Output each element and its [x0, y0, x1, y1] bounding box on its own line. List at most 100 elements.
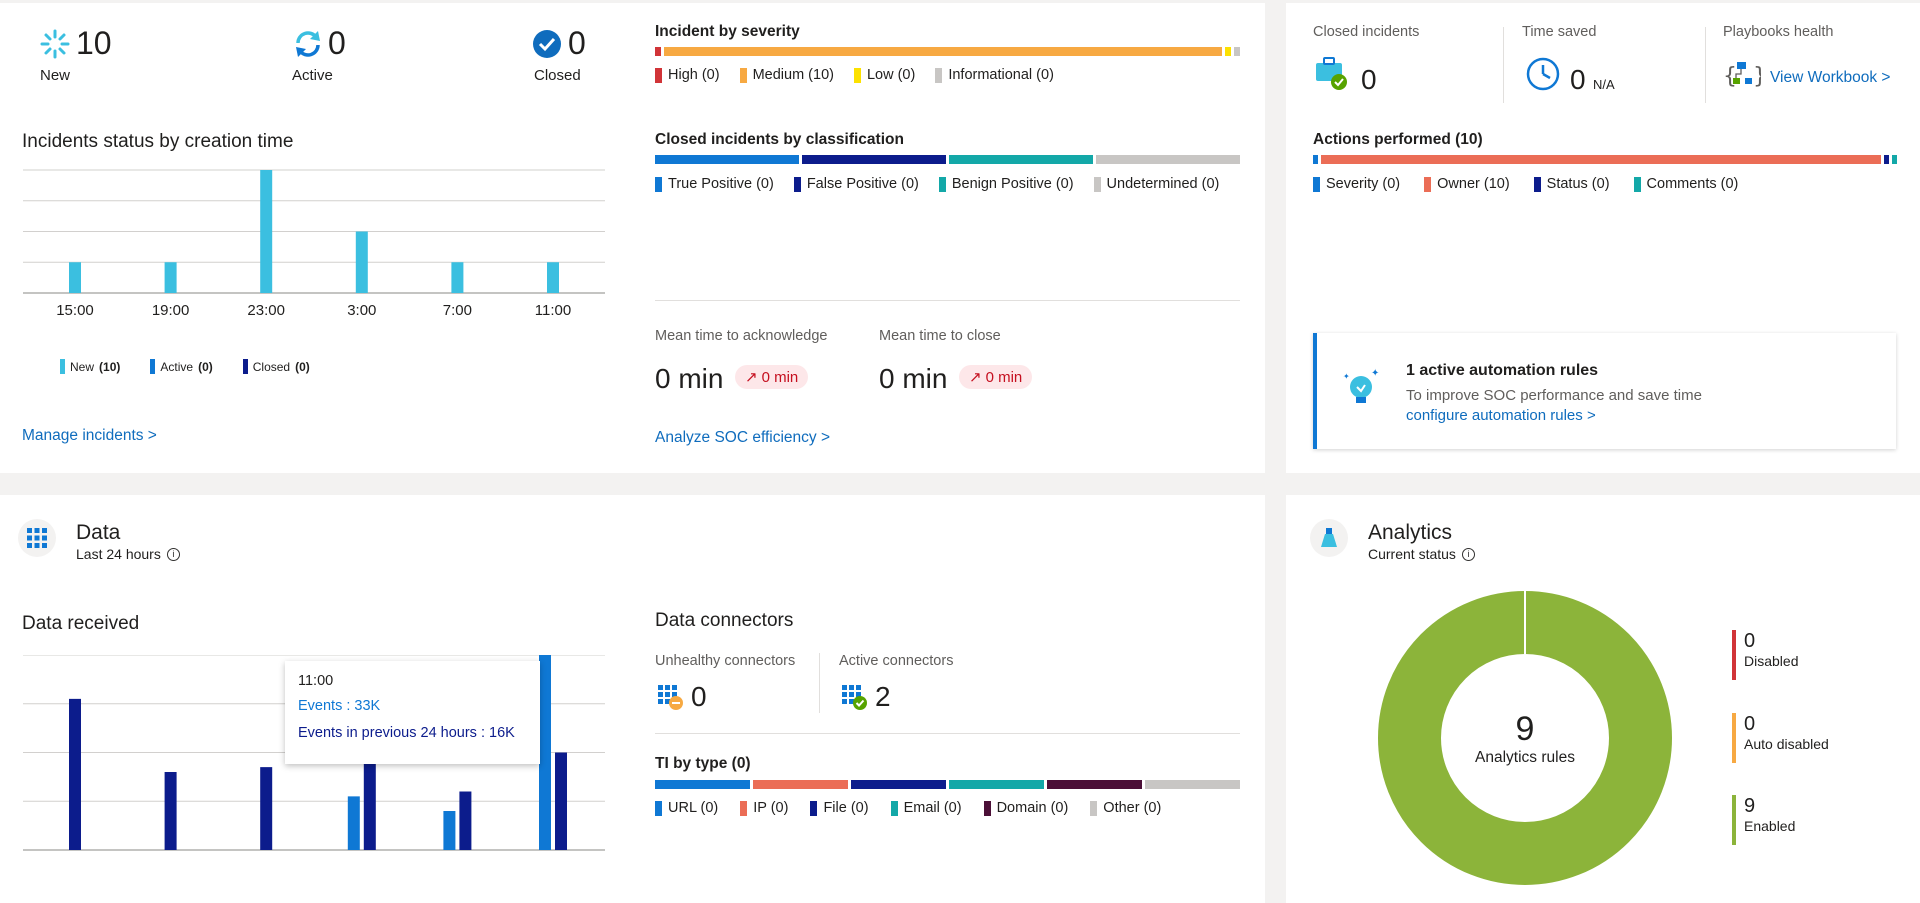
bar[interactable]	[164, 262, 177, 293]
bar[interactable]	[539, 655, 551, 850]
classification-legend-true-label: True Positive (0)	[668, 176, 774, 192]
time-saved-value: 0	[1570, 64, 1586, 95]
legend-new-swatch	[60, 359, 65, 374]
classification-title: Closed incidents by classification	[655, 131, 904, 148]
ti-legend-ip: IP (0)	[740, 800, 788, 816]
active-connectors-value: 2	[875, 681, 891, 712]
svg-text:{: {	[1723, 64, 1737, 89]
data-subtitle: Last 24 hours	[76, 546, 161, 562]
ti-legend-file: File (0)	[810, 800, 869, 816]
data-title: Data	[76, 521, 121, 544]
disabled-value: 0	[1744, 630, 1756, 652]
closed-incidents-label: Closed incidents	[1313, 24, 1420, 40]
donut-center: 9 Analytics rules	[1378, 591, 1672, 885]
ti-bar-url	[655, 780, 750, 789]
legend-active-swatch	[150, 359, 156, 374]
severity-legend-info-label: Informational (0)	[948, 67, 1054, 83]
donut-total: 9	[1515, 709, 1535, 748]
time-saved-unit: N/A	[1593, 77, 1615, 92]
svg-text:✦: ✦	[1343, 372, 1350, 381]
bar[interactable]	[355, 231, 368, 294]
bar[interactable]	[69, 262, 81, 293]
data-grid-icon	[18, 519, 56, 557]
auto-disabled-label: Auto disabled	[1744, 736, 1829, 752]
enabled-stat: 9 Enabled	[1732, 795, 1795, 845]
severity-legend-medium-label: Medium (10)	[752, 67, 834, 83]
auto-disabled-value: 0	[1744, 713, 1756, 735]
legend-active-count: 0	[202, 359, 209, 374]
actions-bar-severity	[1313, 155, 1318, 164]
auto-disabled-stat: 0 Auto disabled	[1732, 713, 1829, 763]
analyze-soc-link[interactable]: Analyze SOC efficiency >	[655, 429, 830, 447]
bar[interactable]	[451, 262, 464, 293]
bar[interactable]	[347, 796, 360, 850]
workflow-icon: { }	[1723, 59, 1767, 96]
severity-title: Incident by severity	[655, 23, 800, 40]
tooltip-events: Events : 33K	[298, 698, 381, 714]
bar[interactable]	[443, 811, 456, 850]
classification-legend: True Positive (0) False Positive (0) Ben…	[655, 176, 1219, 192]
x-tick-label: 15:00	[56, 302, 94, 319]
data-card: Data Last 24 hours i Data received 15:00…	[0, 495, 1265, 903]
mean-close-value: 0 min	[879, 363, 948, 394]
classification-legend-true: True Positive (0)	[655, 176, 774, 192]
view-workbook-link[interactable]: View Workbook >	[1770, 69, 1890, 87]
legend-new-count: 10	[103, 359, 117, 374]
automation-rules-box[interactable]: ✦ ✦ 1 active automation rules To improve…	[1313, 333, 1896, 449]
classification-bar-undetermined	[1096, 155, 1240, 164]
x-tick-label: 23:00	[247, 302, 285, 319]
ti-legend-email: Email (0)	[890, 800, 962, 816]
ti-title: TI by type (0)	[655, 755, 751, 772]
actions-legend-comments: Comments (0)	[1633, 176, 1738, 192]
clock-icon	[1526, 57, 1560, 96]
bar[interactable]	[459, 791, 472, 851]
analytics-title: Analytics	[1368, 521, 1453, 544]
divider	[655, 733, 1240, 734]
svg-text:✦: ✦	[1371, 368, 1379, 379]
closed-incidents-value: 0	[1361, 64, 1377, 95]
severity-legend-info: Informational (0)	[935, 67, 1054, 83]
actions-legend-owner: Owner (10)	[1424, 176, 1510, 192]
manage-incidents-link[interactable]: Manage incidents >	[22, 427, 157, 445]
bar[interactable]	[260, 170, 273, 293]
ti-bar-file	[851, 780, 946, 789]
bar[interactable]	[260, 767, 273, 850]
bar[interactable]	[164, 772, 177, 850]
actions-bar-comments	[1892, 155, 1897, 164]
data-subtitle-wrap: Last 24 hours i	[76, 546, 180, 562]
legend-new-label: New	[70, 359, 95, 374]
x-tick-label: 19:00	[152, 302, 190, 319]
actions-legend-status: Status (0)	[1533, 176, 1610, 192]
mean-ack-delta-value: 0 min	[761, 368, 799, 386]
severity-legend-high: High (0)	[655, 67, 720, 83]
ti-legend: URL (0) IP (0) File (0) Email (0) Domain…	[655, 800, 1161, 816]
enabled-label: Enabled	[1744, 818, 1796, 834]
actions-bar-status	[1884, 155, 1889, 164]
automation-title: 1 active automation rules	[1406, 362, 1599, 379]
configure-automation-link[interactable]: configure automation rules >	[1406, 407, 1596, 424]
bar[interactable]	[69, 698, 81, 850]
divider	[819, 653, 820, 713]
ti-legend-file-label: File (0)	[823, 800, 869, 816]
closed-label: Closed	[534, 67, 581, 84]
severity-legend-low-label: Low (0)	[866, 67, 916, 83]
ti-bar-ip	[753, 780, 848, 789]
severity-bar	[655, 47, 1240, 56]
info-icon[interactable]: i	[1461, 547, 1475, 561]
bar[interactable]	[547, 262, 559, 293]
info-icon[interactable]: i	[166, 547, 180, 561]
analytics-subtitle-wrap: Current status i	[1368, 546, 1475, 562]
divider	[1705, 27, 1706, 103]
bar[interactable]	[555, 752, 567, 851]
classification-bar-true	[655, 155, 799, 164]
x-tick-label: 3:00	[347, 302, 376, 319]
bar[interactable]	[363, 762, 376, 850]
ti-legend-url-label: URL (0)	[668, 800, 719, 816]
actions-legend-severity: Severity (0)	[1313, 176, 1400, 192]
severity-bar-high	[655, 47, 661, 56]
mean-close-delta: ↗ 0 min	[959, 365, 1033, 389]
legend-closed-count: 0	[299, 359, 306, 374]
data-connectors-title: Data connectors	[655, 610, 794, 631]
classification-bar-false	[802, 155, 946, 164]
lightbulb-icon: ✦ ✦	[1341, 367, 1381, 414]
